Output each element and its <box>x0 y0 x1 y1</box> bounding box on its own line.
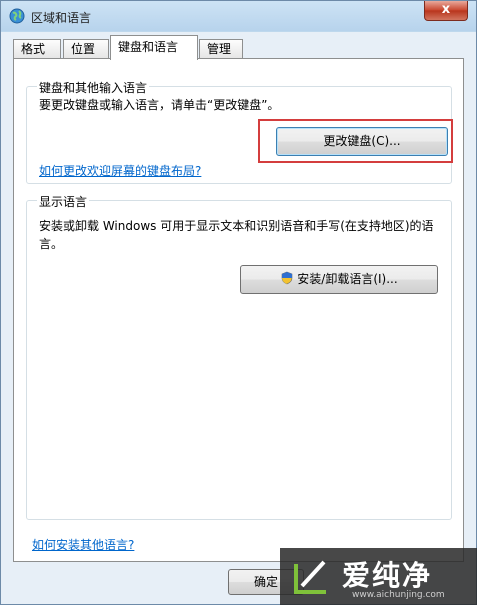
display-description-line1: 安装或卸载 Windows 可用于显示文本和识别语音和手写(在支持地区)的语 <box>39 219 434 233</box>
tab-keyboard-language[interactable]: 键盘和语言 <box>110 35 198 60</box>
watermark-logo-icon <box>294 560 326 594</box>
close-button[interactable]: x <box>424 1 468 21</box>
tab-label: 位置 <box>71 42 96 56</box>
display-description-line2: 言。 <box>39 237 64 251</box>
uac-shield-icon <box>281 271 293 285</box>
keyboard-group-title: 键盘和其他输入语言 <box>37 79 150 96</box>
close-icon: x <box>441 2 451 17</box>
tab-label: 管理 <box>207 42 232 56</box>
keyboard-description: 要更改键盘或输入语言，请单击“更改键盘”。 <box>39 98 280 112</box>
tab-administrative[interactable]: 管理 <box>199 39 243 60</box>
tab-label: 格式 <box>21 42 46 56</box>
tab-label: 键盘和语言 <box>118 40 179 54</box>
watermark-text: 爱纯净 <box>342 559 433 592</box>
button-label: 确定 <box>253 575 278 589</box>
watermark-url: www.aichunjing.com <box>352 590 445 600</box>
watermark: 爱纯净 www.aichunjing.com <box>280 548 477 605</box>
button-label: 安装/卸载语言(I)... <box>297 272 398 286</box>
window-title: 区域和语言 <box>31 11 92 25</box>
globe-icon <box>9 8 25 24</box>
display-language-group: 显示语言 <box>26 193 452 520</box>
highlight-box <box>258 119 453 163</box>
install-languages-link[interactable]: 如何安装其他语言? <box>32 536 134 553</box>
install-uninstall-language-button[interactable]: 安装/卸载语言(I)... <box>240 265 438 294</box>
display-group-title: 显示语言 <box>37 193 90 210</box>
title-bar[interactable]: 区域和语言 x <box>1 1 476 32</box>
welcome-keyboard-link[interactable]: 如何更改欢迎屏幕的键盘布局? <box>39 162 201 179</box>
tab-location[interactable]: 位置 <box>63 39 109 60</box>
tab-format[interactable]: 格式 <box>13 39 61 60</box>
dialog-window: 区域和语言 x 格式 位置 键盘和语言 管理 键盘和其他输入语言 要更改键盘或输… <box>0 0 477 605</box>
